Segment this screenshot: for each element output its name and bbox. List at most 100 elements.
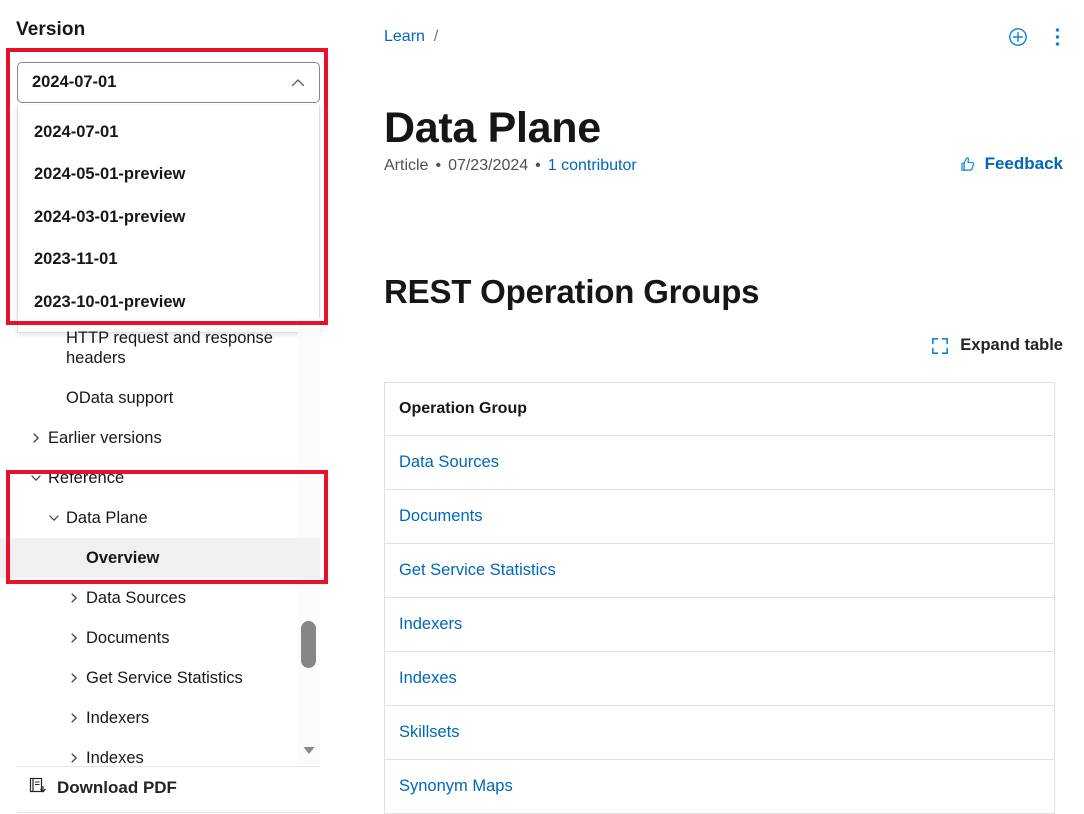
more-vertical-icon[interactable] <box>1055 26 1060 48</box>
chevron-down-icon[interactable] <box>46 508 62 528</box>
sidebar-nav-item[interactable]: Get Service Statistics <box>0 658 320 698</box>
table-cell: Data Sources <box>384 435 1055 490</box>
chevron-right-icon[interactable] <box>66 708 82 728</box>
article-date: 07/23/2024 <box>448 157 529 174</box>
table-cell: Skillsets <box>384 705 1055 760</box>
version-label: Version <box>16 19 86 40</box>
sidebar-nav-tree: HTTP request and response headers OData s… <box>0 318 320 764</box>
scroll-down-arrow-icon[interactable] <box>300 741 318 759</box>
version-option[interactable]: 2024-07-01 <box>18 111 319 154</box>
section-title: REST Operation Groups <box>384 273 760 311</box>
sidebar-nav-item-label: OData support <box>66 389 174 407</box>
version-select-value: 2024-07-01 <box>32 73 117 91</box>
breadcrumb-separator: / <box>433 28 439 45</box>
breadcrumb: Learn / <box>384 28 438 46</box>
chevron-right-icon[interactable] <box>66 588 82 608</box>
expand-icon <box>931 337 949 355</box>
download-pdf-label: Download PDF <box>57 778 177 797</box>
sidebar-nav-item-label: HTTP request and response headers <box>66 329 273 367</box>
operation-group-link[interactable]: Get Service Statistics <box>399 561 556 579</box>
version-option-label: 2023-10-01-preview <box>34 292 186 311</box>
operation-groups-table: Operation Group Data Sources Documents Get… <box>384 382 1055 814</box>
chevron-right-icon[interactable] <box>66 668 82 688</box>
version-option-label: 2024-03-01-preview <box>34 207 186 226</box>
version-select-listbox[interactable]: 2024-07-01 2024-05-01-preview 2024-03-01-p… <box>17 105 320 333</box>
sidebar-nav-item-label: Get Service Statistics <box>86 669 243 687</box>
operation-group-link[interactable]: Data Sources <box>399 453 499 471</box>
table-header-row: Operation Group <box>384 382 1055 436</box>
table-row: Skillsets <box>384 705 1055 760</box>
operation-group-link[interactable]: Indexers <box>399 615 462 633</box>
sidebar-nav-item[interactable]: Reference <box>0 458 320 498</box>
page-root: Version 2024-07-01 2024-07-01 2024-05-01-… <box>0 0 1084 814</box>
version-option[interactable]: 2024-03-01-preview <box>18 196 319 239</box>
expand-table-button[interactable]: Expand table <box>931 336 1063 355</box>
table-cell: Synonym Maps <box>385 760 1055 814</box>
thumbs-up-icon <box>958 155 977 174</box>
pdf-download-icon <box>28 776 47 800</box>
chevron-right-icon[interactable] <box>66 628 82 648</box>
table-body: Data Sources Documents Get Service Statist… <box>384 435 1055 814</box>
page-title: Data Plane <box>384 103 601 152</box>
table-row: Documents <box>384 489 1055 544</box>
article-metadata: Article • 07/23/2024 • 1 contributor <box>384 157 637 175</box>
sidebar-scrollbar-thumb[interactable] <box>301 621 316 668</box>
expand-table-label: Expand table <box>960 336 1063 354</box>
chevron-right-icon[interactable] <box>28 428 44 448</box>
table-cell: Get Service Statistics <box>384 543 1055 598</box>
sidebar-nav-item[interactable]: Earlier versions <box>0 418 320 458</box>
table-row: Get Service Statistics <box>384 543 1055 598</box>
table-row: Synonym Maps <box>385 760 1055 814</box>
sidebar-nav-item-label: Indexers <box>86 709 150 727</box>
sidebar-nav-item[interactable]: HTTP request and response headers <box>0 318 320 378</box>
table-row: Indexers <box>384 597 1055 652</box>
table-cell: Indexes <box>384 651 1055 706</box>
sidebar: Version 2024-07-01 2024-07-01 2024-05-01-… <box>0 0 337 814</box>
table-cell: Indexers <box>384 597 1055 652</box>
feedback-label: Feedback <box>984 154 1063 173</box>
header-actions <box>1007 26 1060 48</box>
download-pdf-button[interactable]: Download PDF <box>28 776 177 800</box>
version-option-label: 2023-11-01 <box>34 250 118 269</box>
operation-group-link[interactable]: Indexes <box>399 669 457 687</box>
operation-group-link[interactable]: Synonym Maps <box>399 777 513 795</box>
operation-group-link[interactable]: Skillsets <box>399 723 460 741</box>
sidebar-bottom-divider <box>17 812 320 813</box>
sidebar-nav-item[interactable]: OData support <box>0 378 320 418</box>
contributors-link[interactable]: 1 contributor <box>548 157 637 175</box>
sidebar-nav-item-label: Data Plane <box>66 509 148 527</box>
table-cell: Documents <box>384 489 1055 544</box>
version-option-label: 2024-05-01-preview <box>34 165 186 184</box>
sidebar-nav-item-label: Data Sources <box>86 589 186 607</box>
table-head: Operation Group <box>384 382 1055 436</box>
meta-separator-2: • <box>535 157 541 174</box>
sidebar-nav-item[interactable]: Documents <box>0 618 320 658</box>
chevron-down-icon[interactable] <box>28 468 44 488</box>
plus-circle-icon[interactable] <box>1007 26 1029 48</box>
sidebar-footer-divider <box>17 766 320 767</box>
meta-separator-1: • <box>435 157 442 174</box>
sidebar-nav-item-label: Documents <box>86 629 170 647</box>
version-option[interactable]: 2024-05-01-preview <box>18 154 319 197</box>
sidebar-nav-item-label: Indexes <box>86 749 144 764</box>
version-select-wrapper: 2024-07-01 2024-07-01 2024-05-01-preview 2… <box>17 62 320 333</box>
sidebar-nav-item[interactable]: Data Plane <box>0 498 320 538</box>
sidebar-nav-item[interactable]: Overview <box>0 538 320 578</box>
sidebar-nav-item-label: Reference <box>48 469 125 487</box>
chevron-right-icon[interactable] <box>66 748 82 764</box>
sidebar-nav-item[interactable]: Indexes <box>0 738 320 764</box>
sidebar-nav-item[interactable]: Data Sources <box>0 578 320 618</box>
operation-group-link[interactable]: Documents <box>399 507 482 525</box>
sidebar-nav-item[interactable]: Indexers <box>0 698 320 738</box>
feedback-button[interactable]: Feedback <box>958 154 1063 174</box>
sidebar-nav-item-label: Earlier versions <box>48 429 162 447</box>
version-option-label: 2024-07-01 <box>34 122 119 141</box>
main-content: Learn / Data Plane Article • 07/23/2024 … <box>384 0 1084 814</box>
table-column-header: Operation Group <box>384 382 1055 436</box>
table-row: Indexes <box>384 651 1055 706</box>
breadcrumb-item-learn[interactable]: Learn <box>384 28 425 46</box>
chevron-up-icon[interactable] <box>289 74 307 92</box>
version-select-combobox[interactable]: 2024-07-01 <box>17 62 320 103</box>
version-option[interactable]: 2023-11-01 <box>18 239 319 282</box>
table-row: Data Sources <box>384 435 1055 490</box>
